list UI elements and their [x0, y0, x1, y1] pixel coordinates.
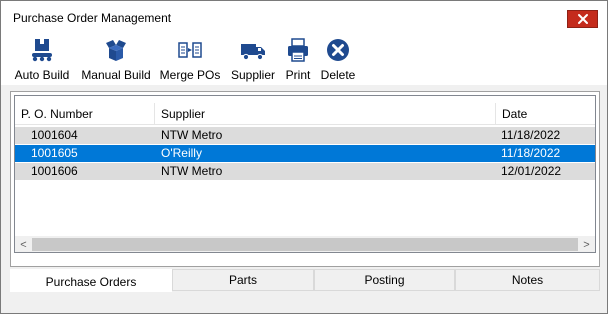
column-header-po-number[interactable]: P. O. Number: [15, 103, 155, 125]
merge-pos-button[interactable]: Merge POs: [159, 35, 221, 83]
toolbar: Auto Build Manual Build Merge POs Suppli…: [1, 31, 607, 85]
scroll-right-arrow[interactable]: >: [578, 236, 595, 252]
supplier-cell: NTW Metro: [161, 164, 223, 178]
tab-purchase-orders[interactable]: Purchase Orders: [10, 269, 172, 292]
supplier-cell: NTW Metro: [161, 128, 223, 142]
delete-x-icon: [327, 39, 349, 61]
title-bar[interactable]: Purchase Order Management: [1, 1, 607, 31]
column-header-date[interactable]: Date: [496, 103, 595, 125]
delete-label: Delete: [320, 68, 356, 82]
po-management-window: Purchase Order Management Auto Build Man…: [0, 0, 608, 314]
supplier-cell: O'Reilly: [161, 146, 202, 160]
purchase-orders-list[interactable]: P. O. Number Supplier Date 1001604 NTW M…: [14, 95, 596, 253]
supplier-label: Supplier: [230, 68, 276, 82]
po-number-cell: 1001605: [31, 146, 78, 160]
table-row-selected[interactable]: 1001605 O'Reilly 11/18/2022: [15, 145, 595, 162]
printer-icon: [288, 38, 308, 62]
date-cell: 12/01/2022: [501, 164, 562, 178]
auto-build-label: Auto Build: [14, 68, 70, 82]
column-header-supplier[interactable]: Supplier: [155, 103, 496, 125]
table-row[interactable]: 1001604 NTW Metro 11/18/2022: [15, 127, 595, 144]
manual-build-label: Manual Build: [81, 68, 151, 82]
date-cell: 11/18/2022: [501, 128, 561, 142]
delete-button[interactable]: Delete: [318, 35, 358, 83]
print-label: Print: [285, 68, 311, 82]
open-box-icon: [106, 40, 126, 61]
conveyor-box-icon: [32, 39, 52, 62]
scroll-left-arrow[interactable]: <: [15, 236, 32, 252]
print-button[interactable]: Print: [282, 35, 314, 83]
merge-pos-label: Merge POs: [159, 68, 221, 82]
close-icon: [577, 14, 588, 24]
tab-posting[interactable]: Posting: [314, 269, 455, 291]
truck-icon: [241, 44, 265, 61]
date-cell: 11/18/2022: [501, 146, 561, 160]
tab-strip: Purchase Orders Parts Posting Notes: [10, 269, 600, 292]
window-title: Purchase Order Management: [13, 11, 172, 25]
tab-parts[interactable]: Parts: [172, 269, 314, 291]
merge-documents-icon: [178, 42, 202, 58]
auto-build-button[interactable]: Auto Build: [11, 35, 73, 83]
supplier-button[interactable]: Supplier: [229, 35, 277, 83]
list-header: P. O. Number Supplier Date: [15, 103, 595, 125]
horizontal-scrollbar[interactable]: < >: [15, 236, 595, 252]
manual-build-button[interactable]: Manual Build: [79, 35, 153, 83]
table-row[interactable]: 1001606 NTW Metro 12/01/2022: [15, 163, 595, 180]
scrollbar-thumb[interactable]: [32, 238, 578, 251]
po-number-cell: 1001604: [31, 128, 78, 142]
po-number-cell: 1001606: [31, 164, 78, 178]
tab-notes[interactable]: Notes: [455, 269, 600, 291]
close-button[interactable]: [567, 10, 598, 28]
